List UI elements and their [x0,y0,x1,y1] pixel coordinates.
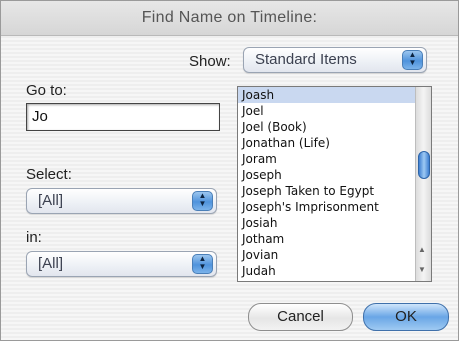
name-list-rows: Joash Joel Joel (Book) Jonathan (Life) J… [238,87,416,279]
popup-arrows-icon: ▲ ▼ [192,254,213,274]
scroll-down-arrow-icon[interactable]: ▼ [418,265,426,274]
show-label: Show: [189,53,231,70]
in-popup-value: [All] [38,255,64,272]
list-item[interactable]: Joash [238,87,416,103]
list-scrollbar[interactable]: ▲ ▼ [415,87,431,281]
scrollbar-thumb[interactable] [418,151,430,179]
popup-arrows-icon: ▲ ▼ [402,50,423,70]
list-item[interactable]: Josiah [238,215,416,231]
select-popup[interactable]: [All] ▲ ▼ [26,188,217,214]
list-item[interactable]: Joel (Book) [238,119,416,135]
list-item[interactable]: Jonathan (Life) [238,135,416,151]
show-popup[interactable]: Standard Items ▲ ▼ [243,47,427,73]
select-popup-value: [All] [38,192,64,209]
scroll-up-arrow-icon[interactable]: ▲ [418,245,426,254]
list-item[interactable]: Joseph [238,167,416,183]
goto-label: Go to: [26,82,67,99]
list-item[interactable]: Joel [238,103,416,119]
goto-input[interactable] [27,104,212,128]
in-label: in: [26,229,42,246]
cancel-button[interactable]: Cancel [248,303,353,331]
list-item[interactable]: Joseph Taken to Egypt [238,183,416,199]
list-item[interactable]: Joseph's Imprisonment [238,199,416,215]
ok-button[interactable]: OK [363,303,449,331]
name-list[interactable]: Joash Joel Joel (Book) Jonathan (Life) J… [237,86,432,282]
list-item[interactable]: Judah [238,263,416,279]
find-name-dialog: Find Name on Timeline: Show: Standard It… [0,0,459,341]
select-label: Select: [26,166,72,183]
popup-arrows-icon: ▲ ▼ [192,191,213,211]
show-popup-value: Standard Items [255,51,357,68]
title-bar[interactable]: Find Name on Timeline: [1,1,458,36]
list-item[interactable]: Jotham [238,231,416,247]
list-item[interactable]: Joram [238,151,416,167]
window-title: Find Name on Timeline: [141,9,318,26]
list-item[interactable]: Jovian [238,247,416,263]
goto-field-frame [26,103,220,131]
in-popup[interactable]: [All] ▲ ▼ [26,251,217,277]
